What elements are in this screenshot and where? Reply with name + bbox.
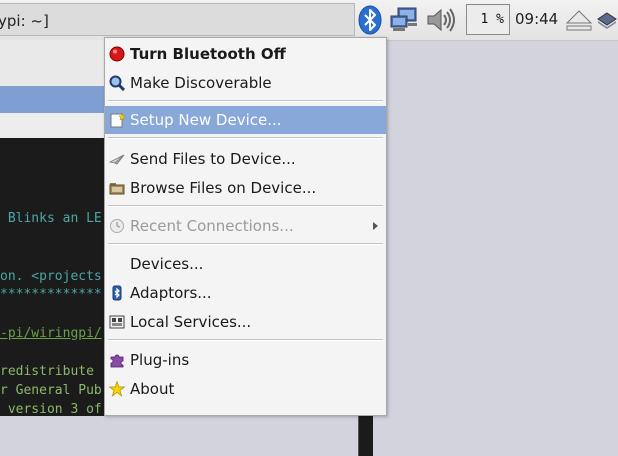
file-transfer-icon[interactable] <box>596 4 618 36</box>
menu-item-local-services[interactable]: Local Services... <box>105 308 386 336</box>
terminal-line: redistribute <box>0 364 102 379</box>
terminal-task-button[interactable]: ypi: ~] <box>0 3 355 36</box>
menu-item-label: Local Services... <box>130 313 252 331</box>
menu-separator <box>108 100 383 102</box>
taskbar: ypi: ~] 1 % 09:44 <box>0 0 618 41</box>
menu-item-label: Recent Connections... <box>130 217 294 235</box>
clock[interactable]: 09:44 <box>515 10 558 28</box>
terminal-line: on. <projects <box>0 269 102 284</box>
bluetooth-icon[interactable] <box>356 4 384 36</box>
menu-item-make-discoverable[interactable]: Make Discoverable <box>105 69 386 97</box>
menu-item-about[interactable]: About <box>105 375 386 403</box>
menu-separator <box>108 205 383 207</box>
menu-item-label: Plug-ins <box>130 351 190 369</box>
menu-item-recent-connections[interactable]: Recent Connections... <box>105 212 386 240</box>
terminal-line: -pi/wiringpi/ <box>0 326 102 341</box>
submenu-arrow-icon <box>373 222 378 230</box>
bluetooth-adapter-icon <box>108 284 126 302</box>
folder-icon <box>108 179 126 197</box>
menu-item-setup-new-device[interactable]: Setup New Device... <box>105 106 386 134</box>
puzzle-icon <box>108 351 126 369</box>
menu-item-devices[interactable]: Devices... <box>105 250 386 278</box>
menu-item-label: Send Files to Device... <box>130 150 296 168</box>
menu-item-label: Make Discoverable <box>130 74 272 92</box>
menu-item-label: About <box>130 380 175 398</box>
menu-separator <box>108 243 383 245</box>
menu-item-browse-files[interactable]: Browse Files on Device... <box>105 174 386 202</box>
bluetooth-menu: Turn Bluetooth Off Make Discoverable Set… <box>104 37 387 416</box>
menu-separator <box>108 339 383 341</box>
menu-item-turn-bluetooth-off[interactable]: Turn Bluetooth Off <box>105 40 386 68</box>
network-icon[interactable] <box>388 4 420 36</box>
menu-item-label: Browse Files on Device... <box>130 179 317 197</box>
menu-item-label: Adaptors... <box>130 284 212 302</box>
menu-item-label: Setup New Device... <box>130 111 282 129</box>
menu-item-label: Devices... <box>130 255 204 273</box>
new-document-icon <box>108 111 126 129</box>
volume-icon[interactable] <box>424 4 460 36</box>
star-icon <box>108 380 126 398</box>
clock-icon <box>108 217 126 235</box>
red-record-icon <box>108 45 126 63</box>
menu-separator <box>108 137 383 139</box>
eject-icon[interactable] <box>564 4 594 36</box>
services-icon <box>108 313 126 331</box>
task-title: ypi: ~] <box>0 12 49 30</box>
send-files-icon <box>108 150 126 168</box>
cpu-usage-text: 1 % <box>480 12 504 27</box>
terminal-line: ************* <box>0 287 102 302</box>
menu-item-adaptors[interactable]: Adaptors... <box>105 279 386 307</box>
terminal-line: r General Pub <box>0 383 102 398</box>
magnifier-icon <box>108 74 126 92</box>
menu-item-label: Turn Bluetooth Off <box>130 45 286 63</box>
menu-item-plug-ins[interactable]: Plug-ins <box>105 346 386 374</box>
cpu-monitor[interactable]: 1 % <box>466 4 510 35</box>
menu-item-send-files[interactable]: Send Files to Device... <box>105 145 386 173</box>
terminal-line: Blinks an LE <box>0 211 102 226</box>
